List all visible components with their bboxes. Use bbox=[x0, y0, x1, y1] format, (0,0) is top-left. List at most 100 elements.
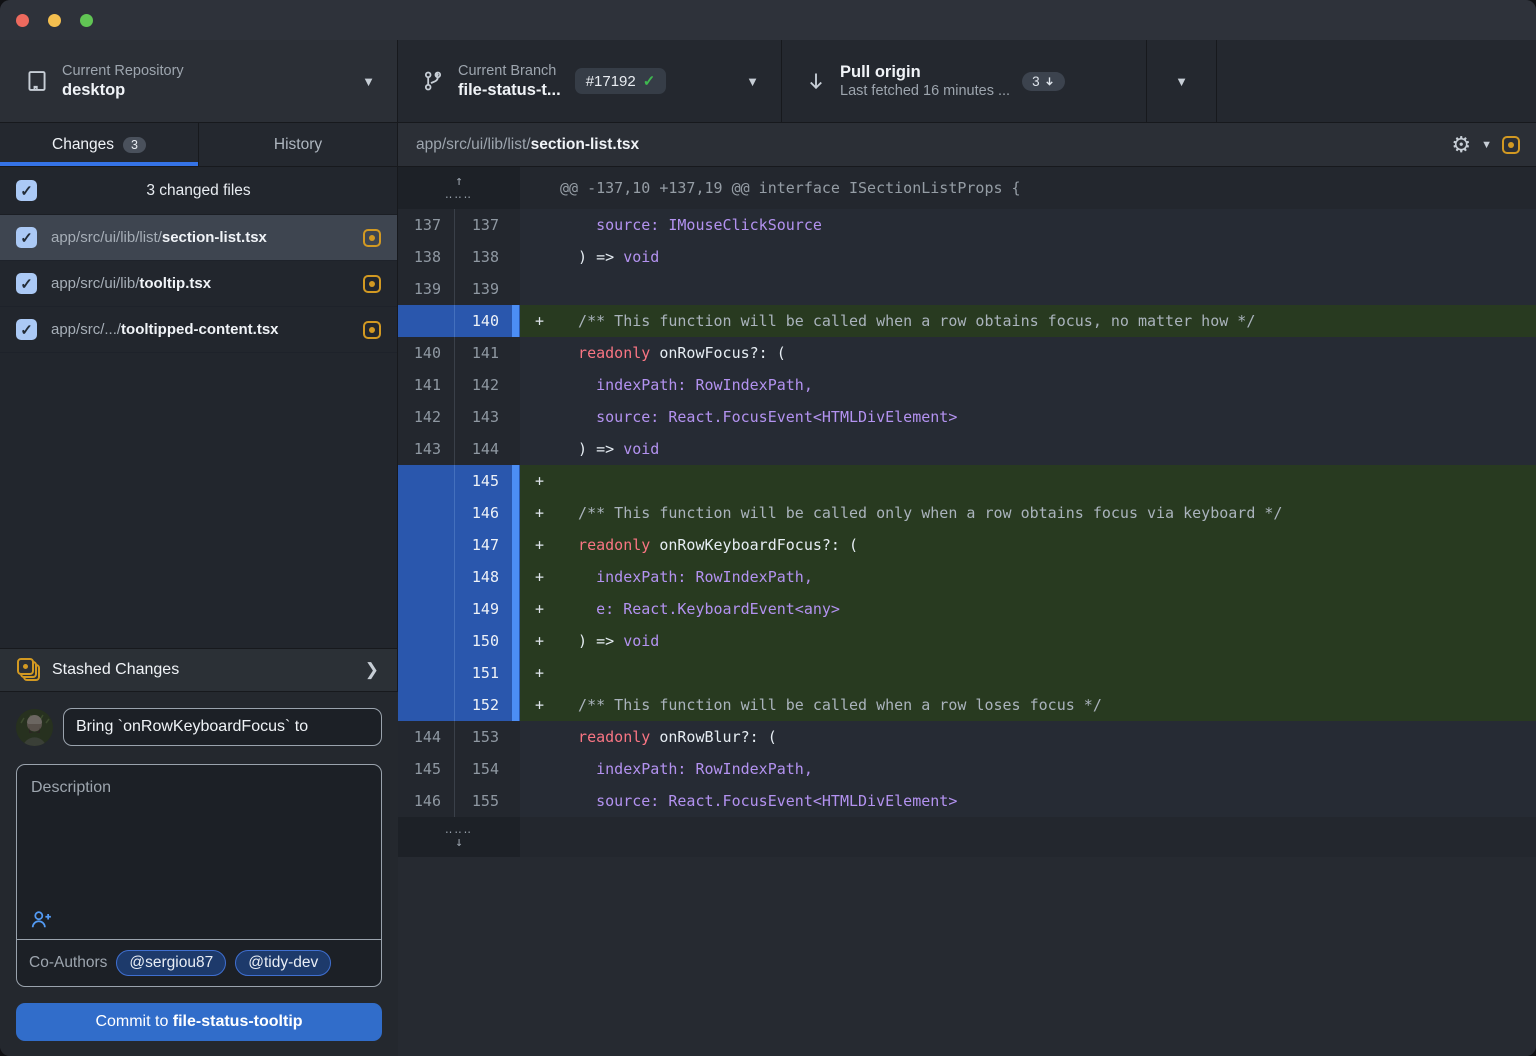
diff-line-context[interactable]: 140 141 readonly onRowFocus?: ( bbox=[398, 337, 1536, 369]
diff-line-context[interactable]: 143 144 ) => void bbox=[398, 433, 1536, 465]
diff-options-dropdown-icon[interactable]: ▼ bbox=[1481, 139, 1492, 151]
pull-options-button[interactable]: ▼ bbox=[1147, 40, 1217, 122]
diff-line-gutter[interactable]: 144 153 bbox=[398, 721, 520, 753]
diff-line-context[interactable]: 138 138 ) => void bbox=[398, 241, 1536, 273]
file-include-checkbox[interactable]: ✓ bbox=[16, 273, 37, 294]
old-line-number: 145 bbox=[398, 753, 455, 785]
diff-line-code: + readonly onRowKeyboardFocus?: ( bbox=[520, 529, 1536, 561]
new-line-number: 148 bbox=[471, 568, 499, 586]
gear-icon[interactable]: ⚙ bbox=[1451, 133, 1471, 156]
diff-line-added[interactable]: 151 + bbox=[398, 657, 1536, 689]
new-line-number: 144 bbox=[471, 440, 499, 458]
stashed-changes-row[interactable]: Stashed Changes ❯ bbox=[0, 648, 397, 692]
diff-line-gutter[interactable]: 137 137 bbox=[398, 209, 520, 241]
pull-origin-button[interactable]: Pull origin Last fetched 16 minutes ... … bbox=[782, 40, 1147, 122]
diff-line-gutter[interactable]: 145 bbox=[398, 465, 520, 497]
diff-line-gutter[interactable]: 146 bbox=[398, 497, 520, 529]
coauthor-pill[interactable]: @sergiou87 bbox=[116, 950, 227, 976]
zoom-window-button[interactable] bbox=[80, 14, 93, 27]
diff-line-gutter[interactable]: 139 139 bbox=[398, 273, 520, 305]
old-line-number bbox=[398, 593, 455, 625]
diff-line-gutter[interactable]: 150 bbox=[398, 625, 520, 657]
diff-line-added[interactable]: 147 + readonly onRowKeyboardFocus?: ( bbox=[398, 529, 1536, 561]
stashed-changes-label: Stashed Changes bbox=[52, 661, 180, 678]
modified-status-icon bbox=[363, 228, 381, 247]
diff-line-gutter[interactable]: 140 141 bbox=[398, 337, 520, 369]
diff-line-code: indexPath: RowIndexPath, bbox=[520, 369, 1536, 401]
diff-line-gutter[interactable]: 141 142 bbox=[398, 369, 520, 401]
diff-line-gutter[interactable]: 148 bbox=[398, 561, 520, 593]
diff-line-code: ) => void bbox=[520, 433, 1536, 465]
changed-files-list: ✓ app/src/ui/lib/list/section-list.tsx ✓ ap… bbox=[0, 215, 397, 353]
diff-line-context[interactable]: 145 154 indexPath: RowIndexPath, bbox=[398, 753, 1536, 785]
diff-panel: ↑ ‥‥‥ @@ -137,10 +137,19 @@ interface ISe… bbox=[398, 167, 1536, 1056]
coauthor-pill[interactable]: @tidy-dev bbox=[235, 950, 332, 976]
diff-line-gutter[interactable]: 143 144 bbox=[398, 433, 520, 465]
new-line-number: 138 bbox=[471, 248, 499, 266]
diff-line-context[interactable]: 146 155 source: React.FocusEvent<HTMLDivE… bbox=[398, 785, 1536, 817]
diff-line-code: + /** This function will be called when … bbox=[520, 305, 1536, 337]
changed-file-row[interactable]: ✓ app/src/.../tooltipped-content.tsx bbox=[0, 307, 397, 353]
diff-line-sign: + bbox=[535, 568, 545, 586]
diff-line-gutter[interactable]: 142 143 bbox=[398, 401, 520, 433]
diff-line-code: source: React.FocusEvent<HTMLDivElement> bbox=[520, 401, 1536, 433]
arrow-down-icon: ↓ bbox=[455, 834, 463, 850]
diff-line-sign: + bbox=[535, 472, 545, 490]
diff-line-gutter[interactable]: 152 bbox=[398, 689, 520, 721]
hunk-header: ↑ ‥‥‥ @@ -137,10 +137,19 @@ interface ISe… bbox=[398, 167, 1536, 209]
expand-hunk-down-button[interactable]: ‥‥‥ ↓ bbox=[398, 817, 520, 857]
old-line-number: 139 bbox=[398, 273, 455, 305]
expand-bottom-row: ‥‥‥ ↓ bbox=[398, 817, 1536, 857]
diff-line-sign: + bbox=[535, 696, 545, 714]
tab-history[interactable]: History bbox=[199, 123, 398, 166]
diff-line-gutter[interactable]: 138 138 bbox=[398, 241, 520, 273]
arrow-up-icon: ↑ bbox=[455, 174, 463, 190]
changed-file-row[interactable]: ✓ app/src/ui/lib/tooltip.tsx bbox=[0, 261, 397, 307]
diff-line-code: indexPath: RowIndexPath, bbox=[520, 753, 1536, 785]
changes-sidebar: ✓ 3 changed files ✓ app/src/ui/lib/list/s… bbox=[0, 167, 398, 1056]
close-window-button[interactable] bbox=[16, 14, 29, 27]
diff-line-context[interactable]: 141 142 indexPath: RowIndexPath, bbox=[398, 369, 1536, 401]
pr-status-badge[interactable]: #17192 ✓ bbox=[574, 68, 667, 94]
diff-line-added[interactable]: 150 + ) => void bbox=[398, 625, 1536, 657]
expand-hunk-up-button[interactable]: ↑ ‥‥‥ bbox=[398, 167, 520, 209]
diff-line-added[interactable]: 148 + indexPath: RowIndexPath, bbox=[398, 561, 1536, 593]
add-coauthor-icon[interactable] bbox=[30, 909, 52, 929]
diff-line-context[interactable]: 139 139 bbox=[398, 273, 1536, 305]
minimize-window-button[interactable] bbox=[48, 14, 61, 27]
diff-line-context[interactable]: 137 137 source: IMouseClickSource bbox=[398, 209, 1536, 241]
diff-line-added[interactable]: 149 + e: React.KeyboardEvent<any> bbox=[398, 593, 1536, 625]
commit-button[interactable]: Commit to file-status-tooltip bbox=[16, 1003, 382, 1041]
diff-line-gutter[interactable]: 145 154 bbox=[398, 753, 520, 785]
current-branch-button[interactable]: Current Branch file-status-t... #17192 ✓… bbox=[398, 40, 782, 122]
diff-line-added[interactable]: 146 + /** This function will be called on… bbox=[398, 497, 1536, 529]
changes-count-badge: 3 bbox=[123, 136, 146, 153]
diff-line-code: + indexPath: RowIndexPath, bbox=[520, 561, 1536, 593]
commit-description-input[interactable] bbox=[17, 765, 381, 939]
coauthors-row: Co-Authors @sergiou87 @tidy-dev bbox=[17, 939, 381, 986]
tab-changes[interactable]: Changes 3 bbox=[0, 123, 199, 166]
diff-line-context[interactable]: 142 143 source: React.FocusEvent<HTMLDivE… bbox=[398, 401, 1536, 433]
diff-line-sign: + bbox=[535, 600, 545, 618]
diff-line-context[interactable]: 144 153 readonly onRowBlur?: ( bbox=[398, 721, 1536, 753]
diff-line-added[interactable]: 152 + /** This function will be called wh… bbox=[398, 689, 1536, 721]
chevron-right-icon: ❯ bbox=[364, 660, 379, 679]
diff-line-gutter[interactable]: 146 155 bbox=[398, 785, 520, 817]
new-line-number: 141 bbox=[471, 344, 499, 362]
diff-line-gutter[interactable]: 140 bbox=[398, 305, 520, 337]
file-path: app/src/ui/lib/list/section-list.tsx bbox=[51, 229, 267, 246]
diff-line-added[interactable]: 145 + bbox=[398, 465, 1536, 497]
diff-line-gutter[interactable]: 149 bbox=[398, 593, 520, 625]
file-include-checkbox[interactable]: ✓ bbox=[16, 319, 37, 340]
diff-line-gutter[interactable]: 151 bbox=[398, 657, 520, 689]
diff-line-gutter[interactable]: 147 bbox=[398, 529, 520, 561]
file-include-checkbox[interactable]: ✓ bbox=[16, 227, 37, 248]
commit-summary-input[interactable] bbox=[63, 708, 382, 746]
current-repository-button[interactable]: Current Repository desktop ▼ bbox=[0, 40, 398, 122]
commit-form: Co-Authors @sergiou87 @tidy-dev Commit to… bbox=[0, 692, 398, 1056]
commit-description-box: Co-Authors @sergiou87 @tidy-dev bbox=[16, 764, 382, 987]
diff-line-added[interactable]: 140 + /** This function will be called wh… bbox=[398, 305, 1536, 337]
current-branch-label: Current Branch bbox=[458, 62, 557, 79]
pull-origin-title: Pull origin bbox=[840, 62, 921, 81]
changed-file-row[interactable]: ✓ app/src/ui/lib/list/section-list.tsx bbox=[0, 215, 397, 261]
